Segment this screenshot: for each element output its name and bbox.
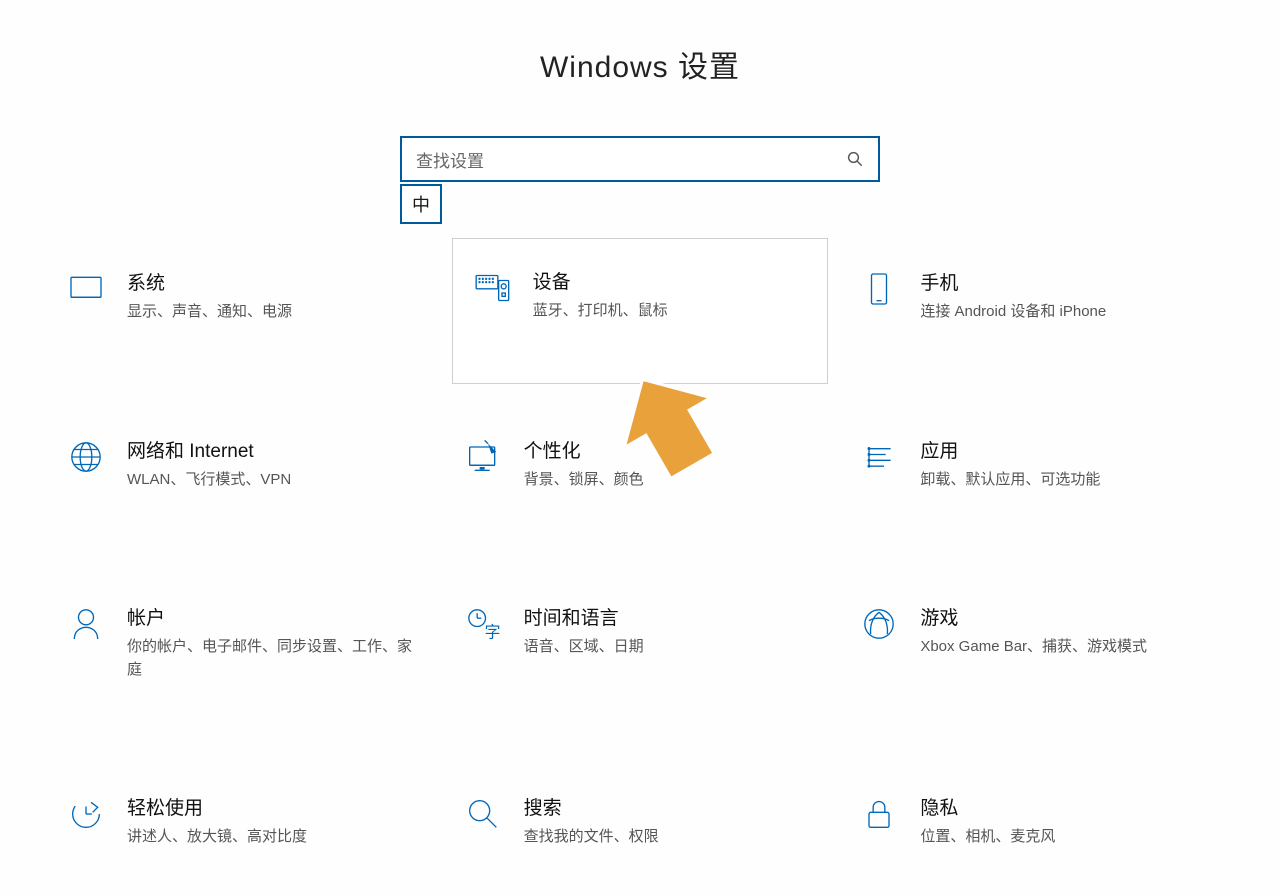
category-desc: 显示、声音、通知、电源 — [127, 301, 422, 324]
category-privacy[interactable]: 隐私 位置、相机、麦克风 — [848, 787, 1225, 855]
category-desc: WLAN、飞行模式、VPN — [127, 469, 422, 492]
personalization-icon — [462, 436, 504, 478]
category-desc: 查找我的文件、权限 — [524, 826, 819, 849]
gaming-icon — [858, 603, 900, 645]
category-network[interactable]: 网络和 Internet WLAN、飞行模式、VPN — [55, 430, 432, 498]
system-icon — [65, 268, 107, 310]
category-phone[interactable]: 手机 连接 Android 设备和 iPhone — [848, 262, 1225, 330]
category-search[interactable]: 搜索 查找我的文件、权限 — [452, 787, 829, 855]
svg-text:字: 字 — [484, 623, 500, 641]
category-desc: 蓝牙、打印机、鼠标 — [533, 300, 810, 323]
category-devices[interactable]: 设备 蓝牙、打印机、鼠标 — [452, 238, 829, 384]
category-desc: 讲述人、放大镜、高对比度 — [127, 826, 422, 849]
category-title: 游戏 — [920, 603, 1215, 630]
search-placeholder: 查找设置 — [416, 147, 846, 172]
category-apps[interactable]: 应用 卸载、默认应用、可选功能 — [848, 430, 1225, 498]
page-title: Windows 设置 — [0, 42, 1280, 86]
category-desc: 位置、相机、麦克风 — [920, 826, 1215, 849]
ease-of-access-icon — [65, 793, 107, 835]
phone-icon — [858, 268, 900, 310]
category-title: 轻松使用 — [127, 793, 422, 820]
settings-grid: 系统 显示、声音、通知、电源 设备 蓝牙、打印机、鼠标 手机 连接 A — [55, 262, 1225, 855]
category-title: 帐户 — [127, 603, 422, 630]
privacy-icon — [858, 793, 900, 835]
category-title: 系统 — [127, 268, 422, 295]
apps-icon — [858, 436, 900, 478]
category-personalization[interactable]: 个性化 背景、锁屏、颜色 — [452, 430, 829, 498]
category-desc: 连接 Android 设备和 iPhone — [920, 301, 1215, 324]
search-container: 查找设置 中 — [400, 136, 880, 182]
network-icon — [65, 436, 107, 478]
category-time-language[interactable]: 字 时间和语言 语音、区域、日期 — [452, 597, 829, 687]
category-desc: 你的帐户、电子邮件、同步设置、工作、家庭 — [127, 636, 422, 681]
category-desc: 卸载、默认应用、可选功能 — [920, 469, 1215, 492]
time-language-icon: 字 — [462, 603, 504, 645]
search-input[interactable]: 查找设置 — [400, 136, 880, 182]
accounts-icon — [65, 603, 107, 645]
category-accounts[interactable]: 帐户 你的帐户、电子邮件、同步设置、工作、家庭 — [55, 597, 432, 687]
ime-indicator: 中 — [400, 184, 442, 224]
category-ease-of-access[interactable]: 轻松使用 讲述人、放大镜、高对比度 — [55, 787, 432, 855]
search-category-icon — [462, 793, 504, 835]
devices-icon — [471, 267, 513, 309]
search-icon — [846, 150, 864, 168]
category-title: 应用 — [920, 436, 1215, 463]
category-title: 设备 — [533, 267, 810, 294]
category-title: 网络和 Internet — [127, 436, 422, 463]
category-desc: 语音、区域、日期 — [524, 636, 819, 659]
category-title: 个性化 — [524, 436, 819, 463]
category-desc: Xbox Game Bar、捕获、游戏模式 — [920, 636, 1215, 659]
category-title: 搜索 — [524, 793, 819, 820]
category-title: 时间和语言 — [524, 603, 819, 630]
category-gaming[interactable]: 游戏 Xbox Game Bar、捕获、游戏模式 — [848, 597, 1225, 687]
category-title: 隐私 — [920, 793, 1215, 820]
category-desc: 背景、锁屏、颜色 — [524, 469, 819, 492]
category-system[interactable]: 系统 显示、声音、通知、电源 — [55, 262, 432, 330]
category-title: 手机 — [920, 268, 1215, 295]
